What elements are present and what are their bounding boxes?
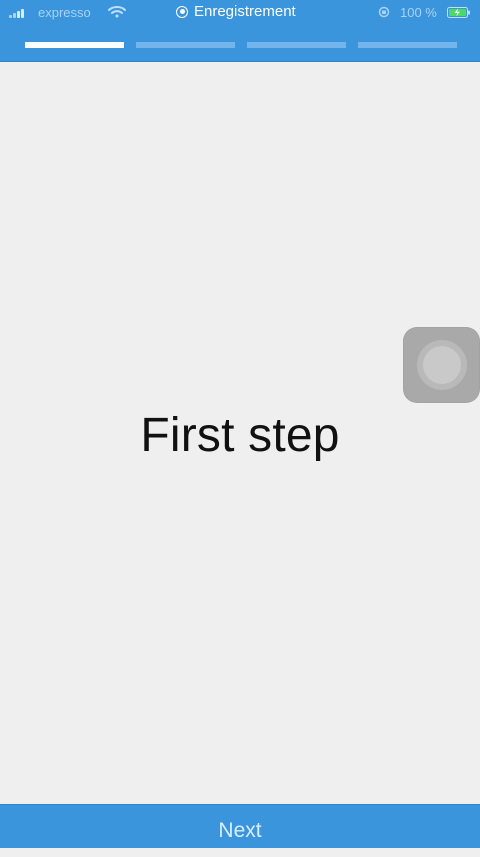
recording-indicator: Enregistrement (176, 3, 296, 20)
battery-percent: 100 % (400, 5, 437, 20)
status-bar: expresso Enregistrement 100 % (0, 0, 480, 24)
next-button[interactable]: Next (0, 804, 480, 848)
recording-label: Enregistrement (194, 3, 296, 20)
progress-step-3 (247, 42, 346, 48)
progress-step-1 (25, 42, 124, 48)
wifi-icon (108, 5, 126, 19)
battery-charging-icon (447, 6, 471, 18)
step-progress-bar (0, 42, 480, 48)
assistive-touch-icon[interactable] (403, 327, 480, 403)
rotation-lock-icon (378, 6, 390, 18)
progress-step-2 (136, 42, 235, 48)
carrier-label: expresso (38, 5, 91, 20)
signal-bars-icon (9, 8, 29, 18)
progress-step-4 (358, 42, 457, 48)
record-dot-icon (176, 5, 188, 18)
top-header: expresso Enregistrement 100 % (0, 0, 480, 62)
page-title: First step (140, 409, 340, 462)
